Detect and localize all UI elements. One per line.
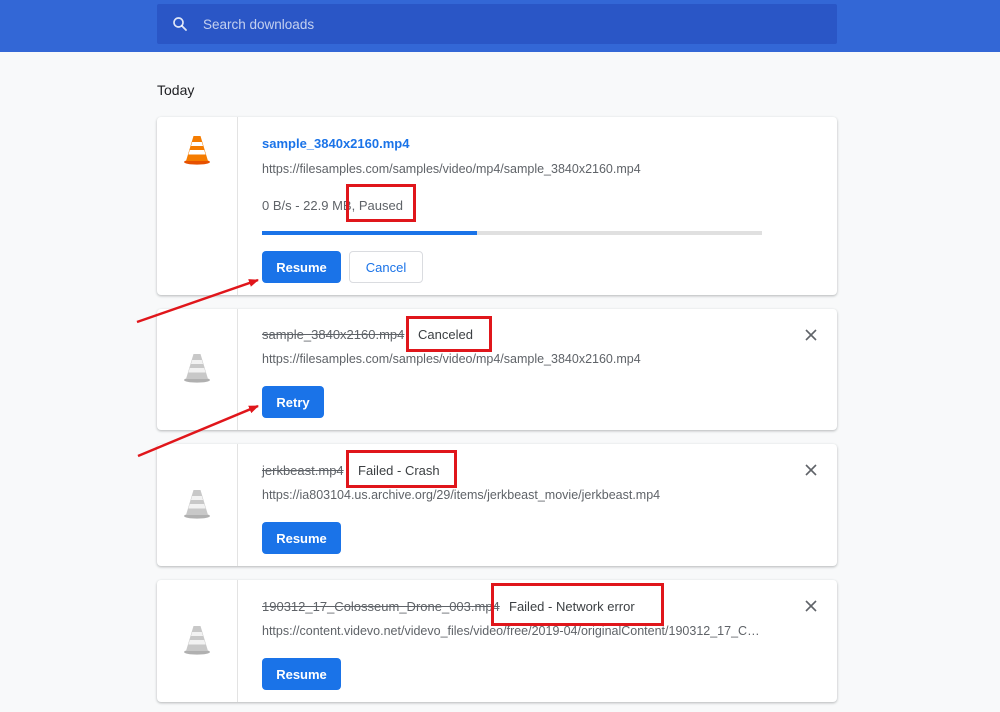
status-text: Failed - Network error	[509, 599, 635, 614]
close-icon[interactable]	[803, 327, 819, 343]
progress-fill	[262, 231, 477, 235]
file-name-link[interactable]: 190312_17_Colosseum_Drone_003.mp4	[262, 599, 500, 614]
file-url[interactable]: https://filesamples.com/samples/video/mp…	[262, 162, 762, 176]
vlc-cone-icon	[184, 626, 210, 655]
toolbar	[0, 0, 1000, 52]
file-name-link[interactable]: sample_3840x2160.mp4	[262, 327, 404, 342]
cancel-button[interactable]: Cancel	[349, 251, 423, 283]
download-progress-bar	[262, 231, 762, 235]
vlc-cone-icon	[184, 136, 210, 165]
download-item: sample_3840x2160.mp4 Canceled https://fi…	[157, 309, 837, 430]
download-description: 0 B/s - 22.9 MB, Paused	[262, 198, 403, 213]
date-heading: Today	[157, 82, 195, 98]
speed-size-text: 0 B/s - 22.9 MB,	[262, 198, 356, 213]
status-text: Failed - Crash	[358, 463, 440, 478]
file-url[interactable]: https://ia803104.us.archive.org/29/items…	[262, 488, 762, 502]
file-icon-column	[157, 117, 238, 295]
vlc-cone-icon	[184, 490, 210, 519]
search-field[interactable]	[157, 4, 837, 44]
download-item: jerkbeast.mp4 Failed - Crash https://ia8…	[157, 444, 837, 566]
search-icon	[173, 17, 187, 31]
close-icon[interactable]	[803, 462, 819, 478]
resume-button[interactable]: Resume	[262, 522, 341, 554]
file-url[interactable]: https://filesamples.com/samples/video/mp…	[262, 352, 762, 366]
file-icon-column	[157, 580, 238, 702]
file-icon-column	[157, 444, 238, 566]
resume-button[interactable]: Resume	[262, 658, 341, 690]
download-item: sample_3840x2160.mp4 https://filesamples…	[157, 117, 837, 295]
status-text: Paused	[358, 198, 403, 213]
file-name-link[interactable]: sample_3840x2160.mp4	[262, 136, 409, 151]
retry-button[interactable]: Retry	[262, 386, 324, 418]
status-text: Canceled	[418, 327, 473, 342]
vlc-cone-icon	[184, 354, 210, 383]
file-name-link[interactable]: jerkbeast.mp4	[262, 463, 344, 478]
close-icon[interactable]	[803, 598, 819, 614]
download-item: 190312_17_Colosseum_Drone_003.mp4 Failed…	[157, 580, 837, 702]
resume-button[interactable]: Resume	[262, 251, 341, 283]
search-input[interactable]	[203, 12, 803, 36]
file-icon-column	[157, 309, 238, 430]
file-url[interactable]: https://content.videvo.net/videvo_files/…	[262, 624, 762, 638]
